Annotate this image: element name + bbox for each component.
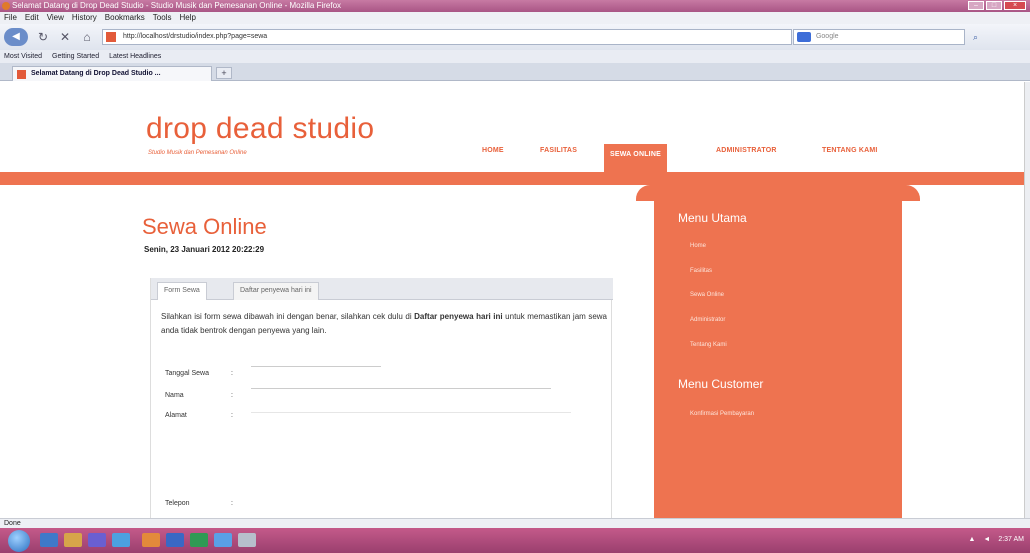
menu-history[interactable]: History [72,12,97,24]
home-icon[interactable]: ⌂ [80,28,94,46]
maximize-icon[interactable]: □ [986,1,1002,10]
tab-favicon-icon [17,70,26,79]
nav-sewa-online[interactable]: SEWA ONLINE [604,144,667,172]
window-title: Selamat Datang di Drop Dead Studio - Stu… [12,1,342,10]
label-alamat: Alamat [165,412,187,419]
colon-tanggal: : [231,370,233,377]
colon-alamat: : [231,412,233,419]
bookmark-getting-started[interactable]: Getting Started [52,50,99,63]
taskbar-ie-icon[interactable] [40,533,58,547]
tab-daftar-penyewa[interactable]: Daftar penyewa hari ini [233,282,319,300]
url-text: http://localhost/drstudio/index.php?page… [123,33,268,40]
form-tabs: Form Sewa Daftar penyewa hari ini [151,278,613,300]
search-placeholder: Google [815,33,839,40]
site-brand[interactable]: drop dead studio [146,112,374,146]
label-telepon: Telepon [165,500,190,507]
nav-tentang-kami[interactable]: TENTANG KAMI [822,147,878,154]
form-panel: Form Sewa Daftar penyewa hari ini Silahk… [150,278,613,518]
window-titlebar: Selamat Datang di Drop Dead Studio - Stu… [0,0,1030,12]
alamat-textarea[interactable] [251,412,571,490]
sidebar-corner-left [636,185,654,201]
page-title: Sewa Online [142,214,267,239]
menu-bar: File Edit View History Bookmarks Tools H… [0,12,1030,24]
colon-nama: : [231,392,233,399]
taskbar-excel-icon[interactable] [190,533,208,547]
site-favicon-icon [106,32,116,42]
sidebar-link-sewa-online[interactable]: Sewa Online [690,292,724,298]
sidebar-heading-menu-customer: Menu Customer [678,377,764,391]
nav-fasilitas[interactable]: FASILITAS [540,147,577,154]
desc-bold: Daftar penyewa hari ini [414,312,503,321]
firefox-icon [2,2,10,10]
taskbar-explorer-icon[interactable] [214,533,232,547]
sidebar: Menu Utama Home Fasilitas Sewa Online Ad… [654,185,902,518]
menu-bookmarks[interactable]: Bookmarks [105,12,145,24]
status-bar: Done [0,518,1030,528]
menu-file[interactable]: File [4,12,17,24]
vertical-scrollbar[interactable] [1024,82,1030,518]
sidebar-corner-right [902,185,920,201]
browser-tab[interactable]: Selamat Datang di Drop Dead Studio ... [12,66,212,81]
bookmark-most-visited[interactable]: Most Visited [4,50,42,63]
status-text: Done [4,520,21,527]
system-tray: ▲ ◄ 2:37 AM [968,536,1024,543]
network-icon[interactable]: ▲ [968,536,975,543]
taskbar-media-icon[interactable] [88,533,106,547]
label-nama: Nama [165,392,184,399]
sidebar-link-fasilitas[interactable]: Fasilitas [690,268,712,274]
sidebar-link-tentang-kami[interactable]: Tentang Kami [690,342,727,348]
stop-icon[interactable]: ✕ [58,28,72,46]
nama-input[interactable] [251,388,551,389]
url-bar[interactable]: http://localhost/drstudio/index.php?page… [102,29,792,45]
tab-form-sewa[interactable]: Form Sewa [157,282,207,300]
sidebar-link-administrator[interactable]: Administrator [690,317,725,323]
menu-view[interactable]: View [47,12,64,24]
navigation-toolbar: ◀ ↻ ✕ ⌂ http://localhost/drstudio/index.… [0,24,1030,50]
site-tagline: Studio Musik dan Pemesanan Online [148,150,247,156]
new-tab-button[interactable]: + [216,67,232,79]
taskbar: ▲ ◄ 2:37 AM [0,528,1030,553]
page-date: Senin, 23 Januari 2012 20:22:29 [144,245,265,254]
sidebar-link-konfirmasi[interactable]: Konfirmasi Pembayaran [690,411,754,417]
web-page: drop dead studio Studio Musik dan Pemesa… [0,82,1030,518]
tab-title: Selamat Datang di Drop Dead Studio ... [31,70,161,77]
taskbar-app-icon[interactable] [112,533,130,547]
sidebar-link-home[interactable]: Home [690,243,706,249]
google-icon [796,32,811,42]
taskbar-word-icon[interactable] [166,533,184,547]
header-band [0,172,1030,185]
sidebar-heading-menu-utama: Menu Utama [678,211,747,225]
taskbar-folder-icon[interactable] [64,533,82,547]
bookmarks-toolbar: Most Visited Getting Started Latest Head… [0,50,1030,63]
back-icon[interactable]: ◀ [4,28,28,46]
tanggal-sewa-input[interactable] [251,366,381,367]
colon-telepon: : [231,500,233,507]
start-button[interactable] [8,530,30,552]
menu-tools[interactable]: Tools [153,12,172,24]
screen: Selamat Datang di Drop Dead Studio - Stu… [0,0,1030,553]
taskbar-misc-icon[interactable] [238,533,256,547]
close-icon[interactable]: × [1004,1,1026,10]
nav-home[interactable]: HOME [482,147,504,154]
minimize-icon[interactable]: – [968,1,984,10]
clock[interactable]: 2:37 AM [998,536,1024,543]
desc-pre: Silahkan isi form sewa dibawah ini denga… [161,312,415,321]
form-description: Silahkan isi form sewa dibawah ini denga… [161,310,607,338]
bookmark-latest-headlines[interactable]: Latest Headlines [109,50,161,63]
reload-icon[interactable]: ↻ [36,28,50,46]
window-controls: – □ × [968,1,1026,10]
menu-edit[interactable]: Edit [25,12,39,24]
taskbar-firefox-icon[interactable] [142,533,160,547]
tab-bar: Selamat Datang di Drop Dead Studio ... + [0,63,1030,81]
label-tanggal-sewa: Tanggal Sewa [165,370,209,377]
nav-administrator[interactable]: ADMINISTRATOR [716,147,777,154]
search-icon[interactable]: ⌕ [973,32,978,43]
search-input[interactable]: Google [792,29,965,45]
volume-icon[interactable]: ◄ [983,536,990,543]
menu-help[interactable]: Help [179,12,195,24]
